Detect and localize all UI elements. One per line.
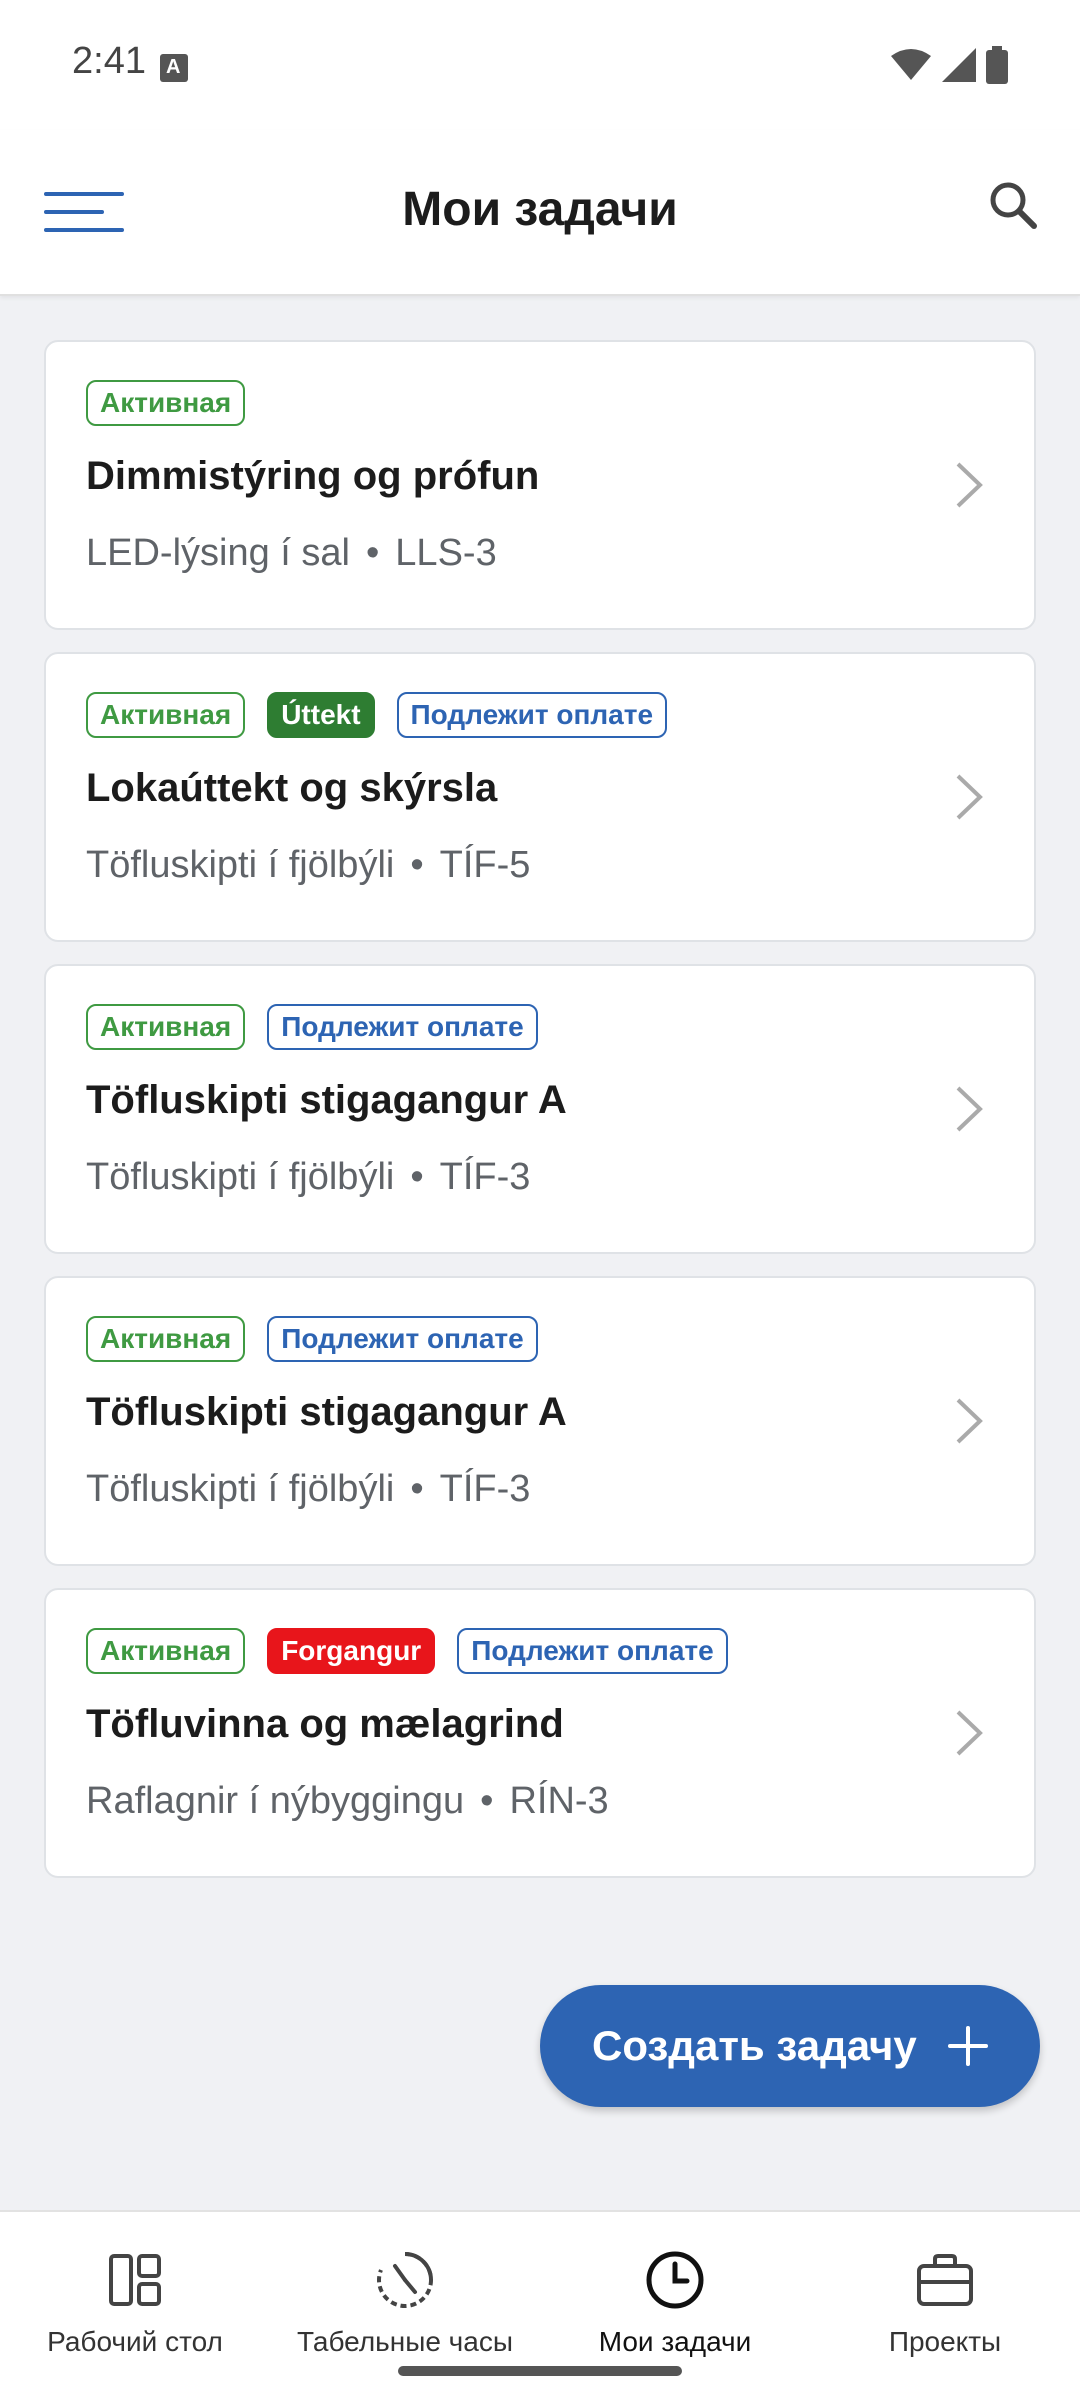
clock-icon: [646, 2251, 704, 2309]
timer-icon: [377, 2252, 433, 2308]
nav-item-timesheet[interactable]: Табельные часы: [270, 2248, 540, 2358]
notification-icon: A: [160, 54, 188, 82]
signal-icon: [941, 48, 976, 82]
task-subtitle: Raflagnir í nýbyggingu • RÍN-3: [86, 1780, 609, 1823]
separator-dot: •: [410, 1156, 424, 1198]
nav-item-projects[interactable]: Проекты: [810, 2248, 1080, 2358]
search-icon: [990, 182, 1037, 229]
nav-label: Рабочий стол: [47, 2326, 223, 2357]
page-title: Мои задачи: [402, 183, 678, 236]
separator-dot: •: [365, 532, 380, 574]
nav-item-dashboard[interactable]: Рабочий стол: [0, 2248, 270, 2358]
task-subtitle: Töfluskipti í fjölbýli • TÍF-3: [86, 1156, 530, 1199]
status-bar: 2:41 A: [0, 0, 1080, 130]
plus-icon: [948, 2026, 988, 2066]
task-code: TÍF-5: [439, 844, 531, 886]
task-subtitle: LED-lýsing í sal • LLS-3: [86, 532, 497, 575]
status-icons: [885, 46, 1008, 86]
chevron-right-icon: [956, 774, 983, 820]
create-task-label: Создать задачу: [592, 2022, 917, 2069]
status-time: 2:41: [72, 40, 146, 82]
task-project: Töfluskipti í fjölbýli: [86, 1468, 395, 1510]
status-badge-active: Активная: [86, 380, 246, 426]
task-project: LED-lýsing í sal: [86, 532, 350, 574]
task-card[interactable]: Активная Forgangur Подлежит оплате Töflu…: [44, 1588, 1036, 1878]
nav-item-my-tasks[interactable]: Мои задачи: [540, 2248, 810, 2358]
status-badge-priority: Forgangur: [267, 1628, 436, 1674]
task-badges: Активная Úttekt Подлежит оплате: [86, 692, 668, 738]
status-badge-active: Активная: [86, 692, 246, 738]
separator-dot: •: [410, 1468, 424, 1510]
wifi-icon: [891, 49, 932, 80]
status-badge-active: Активная: [86, 1628, 246, 1674]
task-title: Dimmistýring og prófun: [86, 454, 540, 498]
task-badges: Активная: [86, 380, 246, 426]
task-title: Töfluskipti stigagangur A: [86, 1078, 567, 1122]
briefcase-icon: [917, 2254, 973, 2306]
task-badges: Активная Подлежит оплате: [86, 1004, 538, 1050]
task-card[interactable]: Активная Подлежит оплате Töfluskipti sti…: [44, 1276, 1036, 1566]
task-code: RÍN-3: [509, 1780, 609, 1822]
chevron-right-icon: [956, 1710, 983, 1756]
status-badge-billable: Подлежит оплате: [396, 692, 668, 738]
task-title: Töfluvinna og mælagrind: [86, 1702, 564, 1746]
battery-icon: [986, 46, 1008, 84]
separator-dot: •: [410, 844, 424, 886]
home-indicator[interactable]: [398, 2366, 682, 2376]
task-project: Raflagnir í nýbyggingu: [86, 1780, 465, 1822]
status-badge-active: Активная: [86, 1004, 246, 1050]
task-card[interactable]: Активная Подлежит оплате Töfluskipti sti…: [44, 964, 1036, 1254]
status-badge-billable: Подлежит оплате: [457, 1628, 728, 1674]
status-badge-billable: Подлежит оплате: [267, 1316, 538, 1362]
nav-label: Проекты: [888, 2326, 1002, 2357]
separator-dot: •: [480, 1780, 494, 1822]
task-code: TÍF-3: [439, 1468, 531, 1510]
search-button[interactable]: [984, 176, 1044, 236]
task-card[interactable]: Активная Úttekt Подлежит оплате Lokaútte…: [44, 652, 1036, 942]
task-subtitle: Töfluskipti í fjölbýli • TÍF-5: [86, 844, 530, 887]
task-code: TÍF-3: [439, 1156, 531, 1198]
task-title: Lokaúttekt og skýrsla: [86, 766, 498, 810]
task-subtitle: Töfluskipti í fjölbýli • TÍF-3: [86, 1468, 530, 1511]
task-badges: Активная Forgangur Подлежит оплате: [86, 1628, 728, 1674]
task-list: Активная Dimmistýring og prófun LED-lýsi…: [44, 340, 1036, 1900]
dashboard-icon: [109, 2254, 161, 2306]
task-card[interactable]: Активная Dimmistýring og prófun LED-lýsi…: [44, 340, 1036, 630]
nav-label: Табельные часы: [297, 2326, 513, 2357]
status-badge-billable: Подлежит оплате: [267, 1004, 538, 1050]
task-code: LLS-3: [395, 532, 497, 574]
app-header: Мои задачи: [0, 130, 1080, 296]
chevron-right-icon: [956, 1398, 983, 1444]
status-badge-active: Активная: [86, 1316, 246, 1362]
task-project: Töfluskipti í fjölbýli: [86, 1156, 395, 1198]
task-project: Töfluskipti í fjölbýli: [86, 844, 395, 886]
status-badge-uttekt: Úttekt: [267, 692, 375, 738]
task-title: Töfluskipti stigagangur A: [86, 1390, 567, 1434]
task-badges: Активная Подлежит оплате: [86, 1316, 538, 1362]
chevron-right-icon: [956, 462, 983, 508]
chevron-right-icon: [956, 1086, 983, 1132]
nav-label: Мои задачи: [598, 2326, 752, 2357]
create-task-button[interactable]: Создать задачу: [540, 1985, 1040, 2107]
